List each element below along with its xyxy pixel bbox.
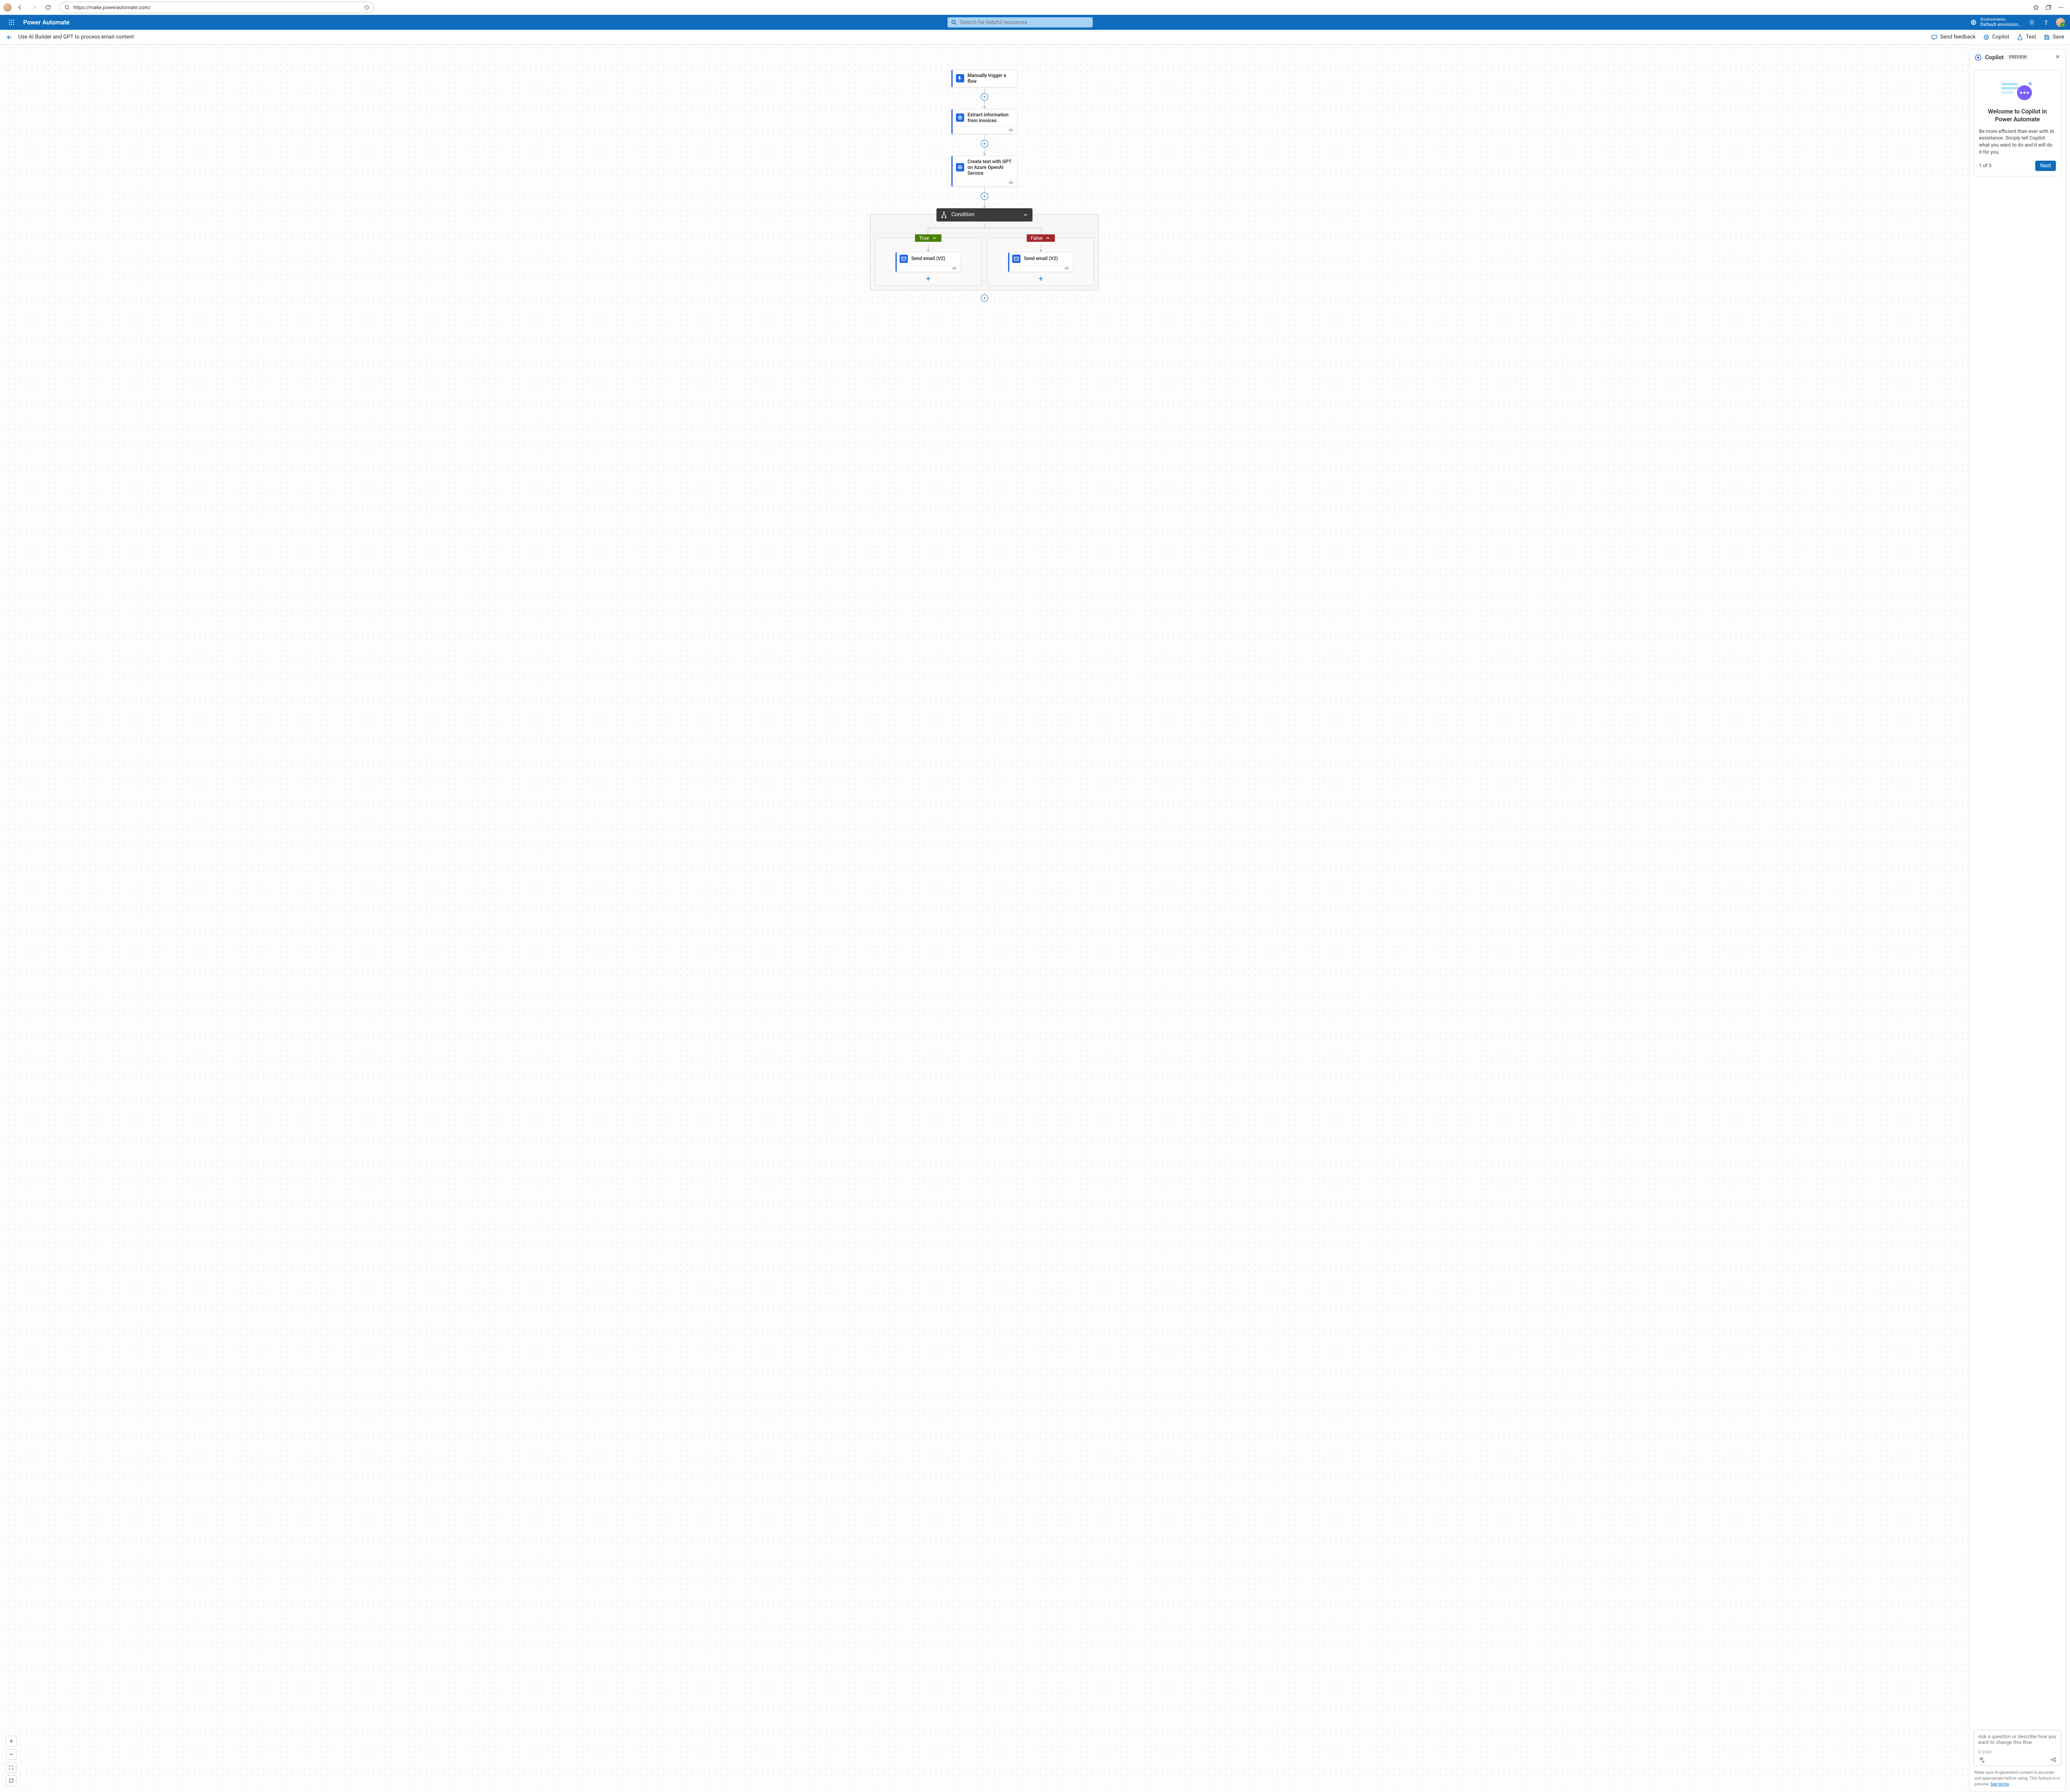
- outlook-icon: [1012, 255, 1021, 263]
- flow-node-send-email-true[interactable]: Send email (V2): [895, 252, 961, 272]
- copilot-progress: 1 of 3: [1979, 163, 1991, 169]
- close-button[interactable]: [2055, 53, 2060, 61]
- add-step-button[interactable]: +: [981, 93, 988, 101]
- copilot-panel: Copilot PREVIEW Welcome: [1969, 45, 2070, 1792]
- address-input[interactable]: [73, 5, 361, 10]
- save-button[interactable]: Save: [2044, 34, 2064, 41]
- copilot-welcome-title: Welcome to Copilot in Power Automate: [1979, 108, 2056, 124]
- profile-avatar[interactable]: [3, 3, 12, 12]
- trigger-icon: [956, 74, 964, 82]
- chevron-down-icon[interactable]: [1023, 212, 1028, 218]
- see-terms-link[interactable]: See terms: [1991, 1782, 2009, 1787]
- copilot-input-box[interactable]: 0/2000: [1974, 1730, 2061, 1766]
- address-bar[interactable]: [60, 2, 374, 13]
- test-button[interactable]: Test: [2017, 34, 2036, 41]
- environment-icon: [1970, 19, 1977, 26]
- condition-true-branch: True Send email (V2): [875, 238, 982, 286]
- condition-false-branch: False Send email (V2): [987, 238, 1094, 286]
- flow-title: Use AI Builder and GPT to process email …: [18, 34, 134, 40]
- gear-icon: [2029, 19, 2035, 26]
- copilot-input[interactable]: [1978, 1734, 2057, 1749]
- send-feedback-button[interactable]: Send feedback: [1931, 34, 1976, 41]
- save-icon: [2044, 34, 2050, 41]
- environment-value: Default environm...: [1980, 22, 2022, 27]
- false-badge[interactable]: False: [1027, 234, 1055, 242]
- browser-more-button[interactable]: [2055, 2, 2067, 13]
- peek-icon[interactable]: [951, 265, 957, 271]
- app-launcher-button[interactable]: [5, 16, 18, 29]
- ai-builder-icon: [956, 113, 964, 122]
- help-icon: [2043, 19, 2049, 26]
- back-button[interactable]: [6, 34, 13, 41]
- flow-node-gpt[interactable]: Create text with GPT on Azure OpenAI Ser…: [951, 156, 1018, 187]
- preview-badge: PREVIEW: [2007, 55, 2029, 60]
- zoom-in-button[interactable]: [6, 1736, 17, 1746]
- char-counter: 0/2000: [1978, 1750, 2057, 1755]
- copilot-disclaimer: Make sure AI-generated content is accura…: [1969, 1768, 2065, 1792]
- add-step-button[interactable]: +: [981, 294, 988, 302]
- flow-node-trigger[interactable]: Manually trigger a flow: [951, 70, 1018, 87]
- chevron-up-icon: [1045, 235, 1051, 241]
- flow-node-condition[interactable]: Condition: [936, 208, 1033, 222]
- favorites-button[interactable]: [2030, 2, 2042, 13]
- copilot-illustration: [1979, 76, 2056, 105]
- global-search[interactable]: [947, 17, 1093, 28]
- copilot-welcome-body: Be more efficient than ever with AI assi…: [1979, 128, 2056, 156]
- flow-node-extract-invoice[interactable]: Extract information from invoices: [951, 109, 1018, 134]
- copilot-toggle-button[interactable]: Copilot: [1983, 34, 2009, 41]
- browser-refresh-button[interactable]: [42, 2, 54, 13]
- copilot-logo-icon: [1974, 54, 1982, 61]
- condition-container: True Send email (V2): [870, 214, 1099, 290]
- add-step-button[interactable]: +: [981, 140, 988, 147]
- outlook-icon: [900, 255, 908, 263]
- browser-forward-button[interactable]: [28, 2, 40, 13]
- peek-icon[interactable]: [1064, 265, 1070, 271]
- fit-to-screen-button[interactable]: [6, 1762, 17, 1773]
- zoom-controls: [6, 1736, 17, 1786]
- collections-button[interactable]: [2043, 2, 2054, 13]
- user-avatar[interactable]: [2056, 18, 2065, 27]
- browser-back-button[interactable]: [14, 2, 26, 13]
- browser-chrome: [0, 0, 2070, 15]
- site-info-icon[interactable]: [364, 5, 370, 10]
- peek-icon[interactable]: [1008, 180, 1014, 185]
- global-search-input[interactable]: [960, 19, 1089, 26]
- peek-icon[interactable]: [1008, 127, 1014, 133]
- app-name: Power Automate: [23, 19, 70, 26]
- flow-canvas[interactable]: Manually trigger a flow + Extract i: [0, 45, 1969, 1792]
- add-step-button[interactable]: [1037, 275, 1045, 283]
- condition-icon: [941, 212, 947, 218]
- beaker-icon: [2017, 34, 2023, 41]
- add-step-button[interactable]: [924, 275, 932, 283]
- settings-button[interactable]: [2028, 18, 2036, 26]
- ai-builder-icon: [956, 163, 964, 171]
- flow-toolbar: Use AI Builder and GPT to process email …: [0, 30, 2070, 45]
- flow-node-send-email-false[interactable]: Send email (V2): [1008, 252, 1074, 272]
- search-icon: [951, 19, 957, 25]
- search-icon: [64, 5, 70, 10]
- copilot-welcome-card: Welcome to Copilot in Power Automate Be …: [1974, 70, 2061, 176]
- send-icon[interactable]: [2050, 1756, 2057, 1763]
- feedback-icon: [1931, 34, 1938, 41]
- zoom-out-button[interactable]: [6, 1749, 17, 1760]
- environment-label: Environments: [1980, 17, 2022, 22]
- copilot-title: Copilot: [1985, 54, 2004, 61]
- minimap-button[interactable]: [6, 1775, 17, 1786]
- true-badge[interactable]: True: [915, 234, 941, 242]
- copilot-next-button[interactable]: Next: [2035, 161, 2056, 171]
- chevron-up-icon: [932, 235, 937, 241]
- help-button[interactable]: [2042, 18, 2050, 26]
- add-step-button[interactable]: +: [981, 193, 988, 200]
- app-header: Power Automate Environments Default envi…: [0, 15, 2070, 30]
- main-area: Manually trigger a flow + Extract i: [0, 45, 2070, 1792]
- environment-picker[interactable]: Environments Default environm...: [1970, 17, 2022, 27]
- sparkle-icon[interactable]: [1978, 1756, 1985, 1763]
- copilot-icon: [1983, 34, 1990, 41]
